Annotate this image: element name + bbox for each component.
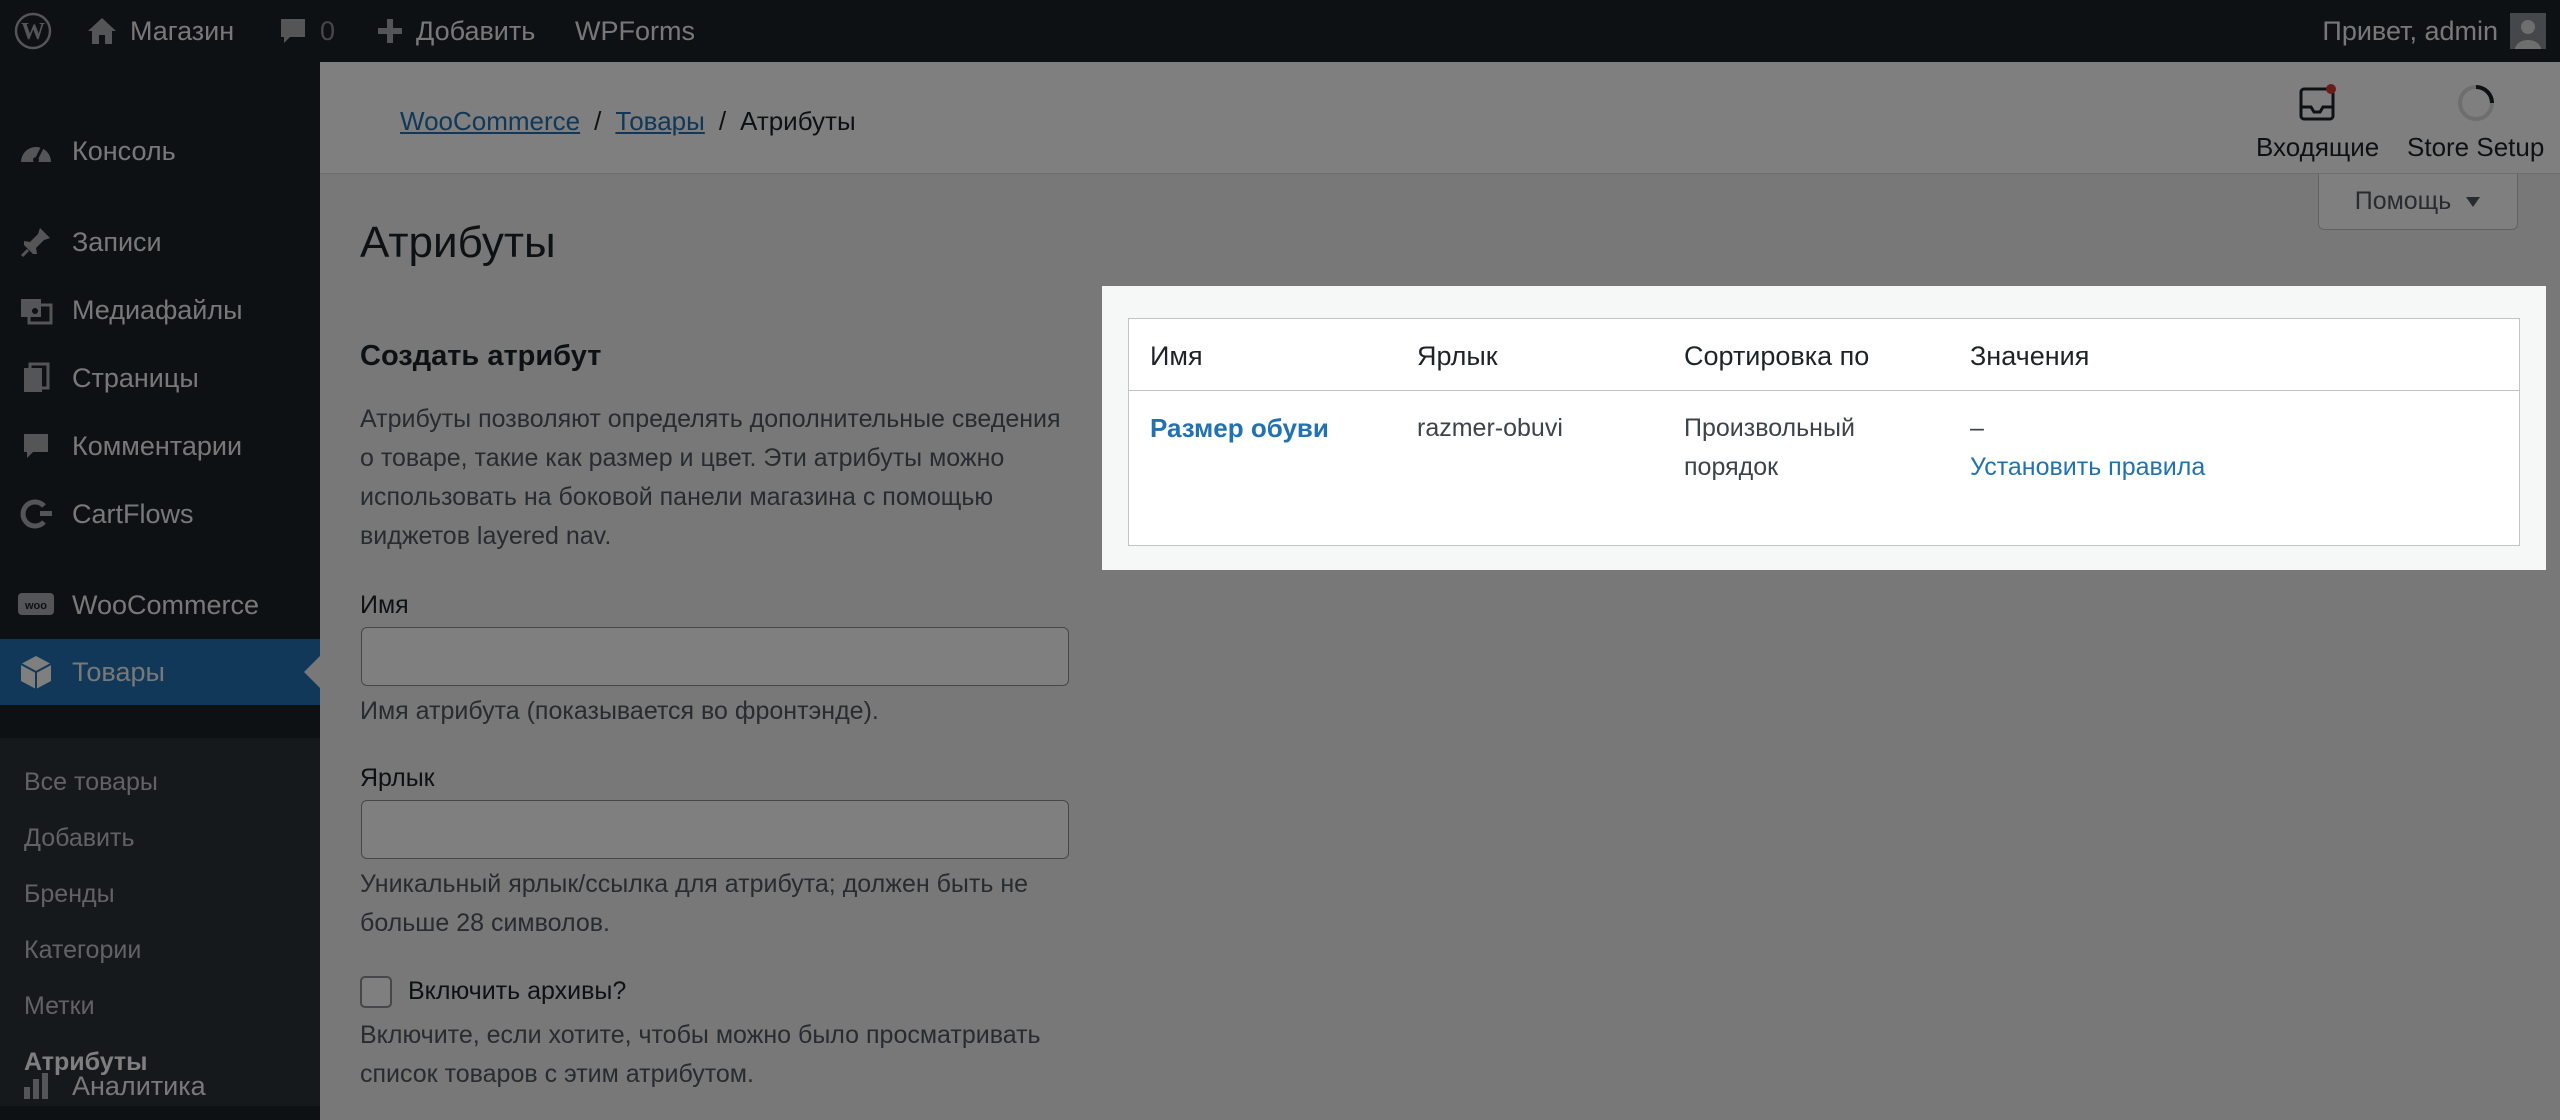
configure-terms-link[interactable]: Установить правила [1970, 448, 2205, 487]
overlay-right [2546, 286, 2560, 570]
column-header-slug[interactable]: Ярлык [1417, 341, 1498, 372]
attribute-slug: razmer-obuvi [1417, 414, 1563, 442]
attribute-name-link[interactable]: Размер обуви [1150, 409, 1329, 448]
attributes-table: Имя Ярлык Сортировка по Значения Размер … [1128, 318, 2520, 546]
overlay-top [0, 0, 2560, 286]
attribute-order: Произвольный [1684, 414, 1855, 442]
overlay-bottom [0, 570, 2560, 1120]
overlay-left [0, 286, 1102, 570]
attribute-values: – [1970, 414, 1984, 442]
column-header-name[interactable]: Имя [1150, 341, 1203, 372]
column-header-values[interactable]: Значения [1970, 341, 2089, 372]
attribute-order: порядок [1684, 453, 1779, 481]
column-header-order[interactable]: Сортировка по [1684, 341, 1869, 372]
table-header: Имя Ярлык Сортировка по Значения [1129, 319, 2519, 391]
